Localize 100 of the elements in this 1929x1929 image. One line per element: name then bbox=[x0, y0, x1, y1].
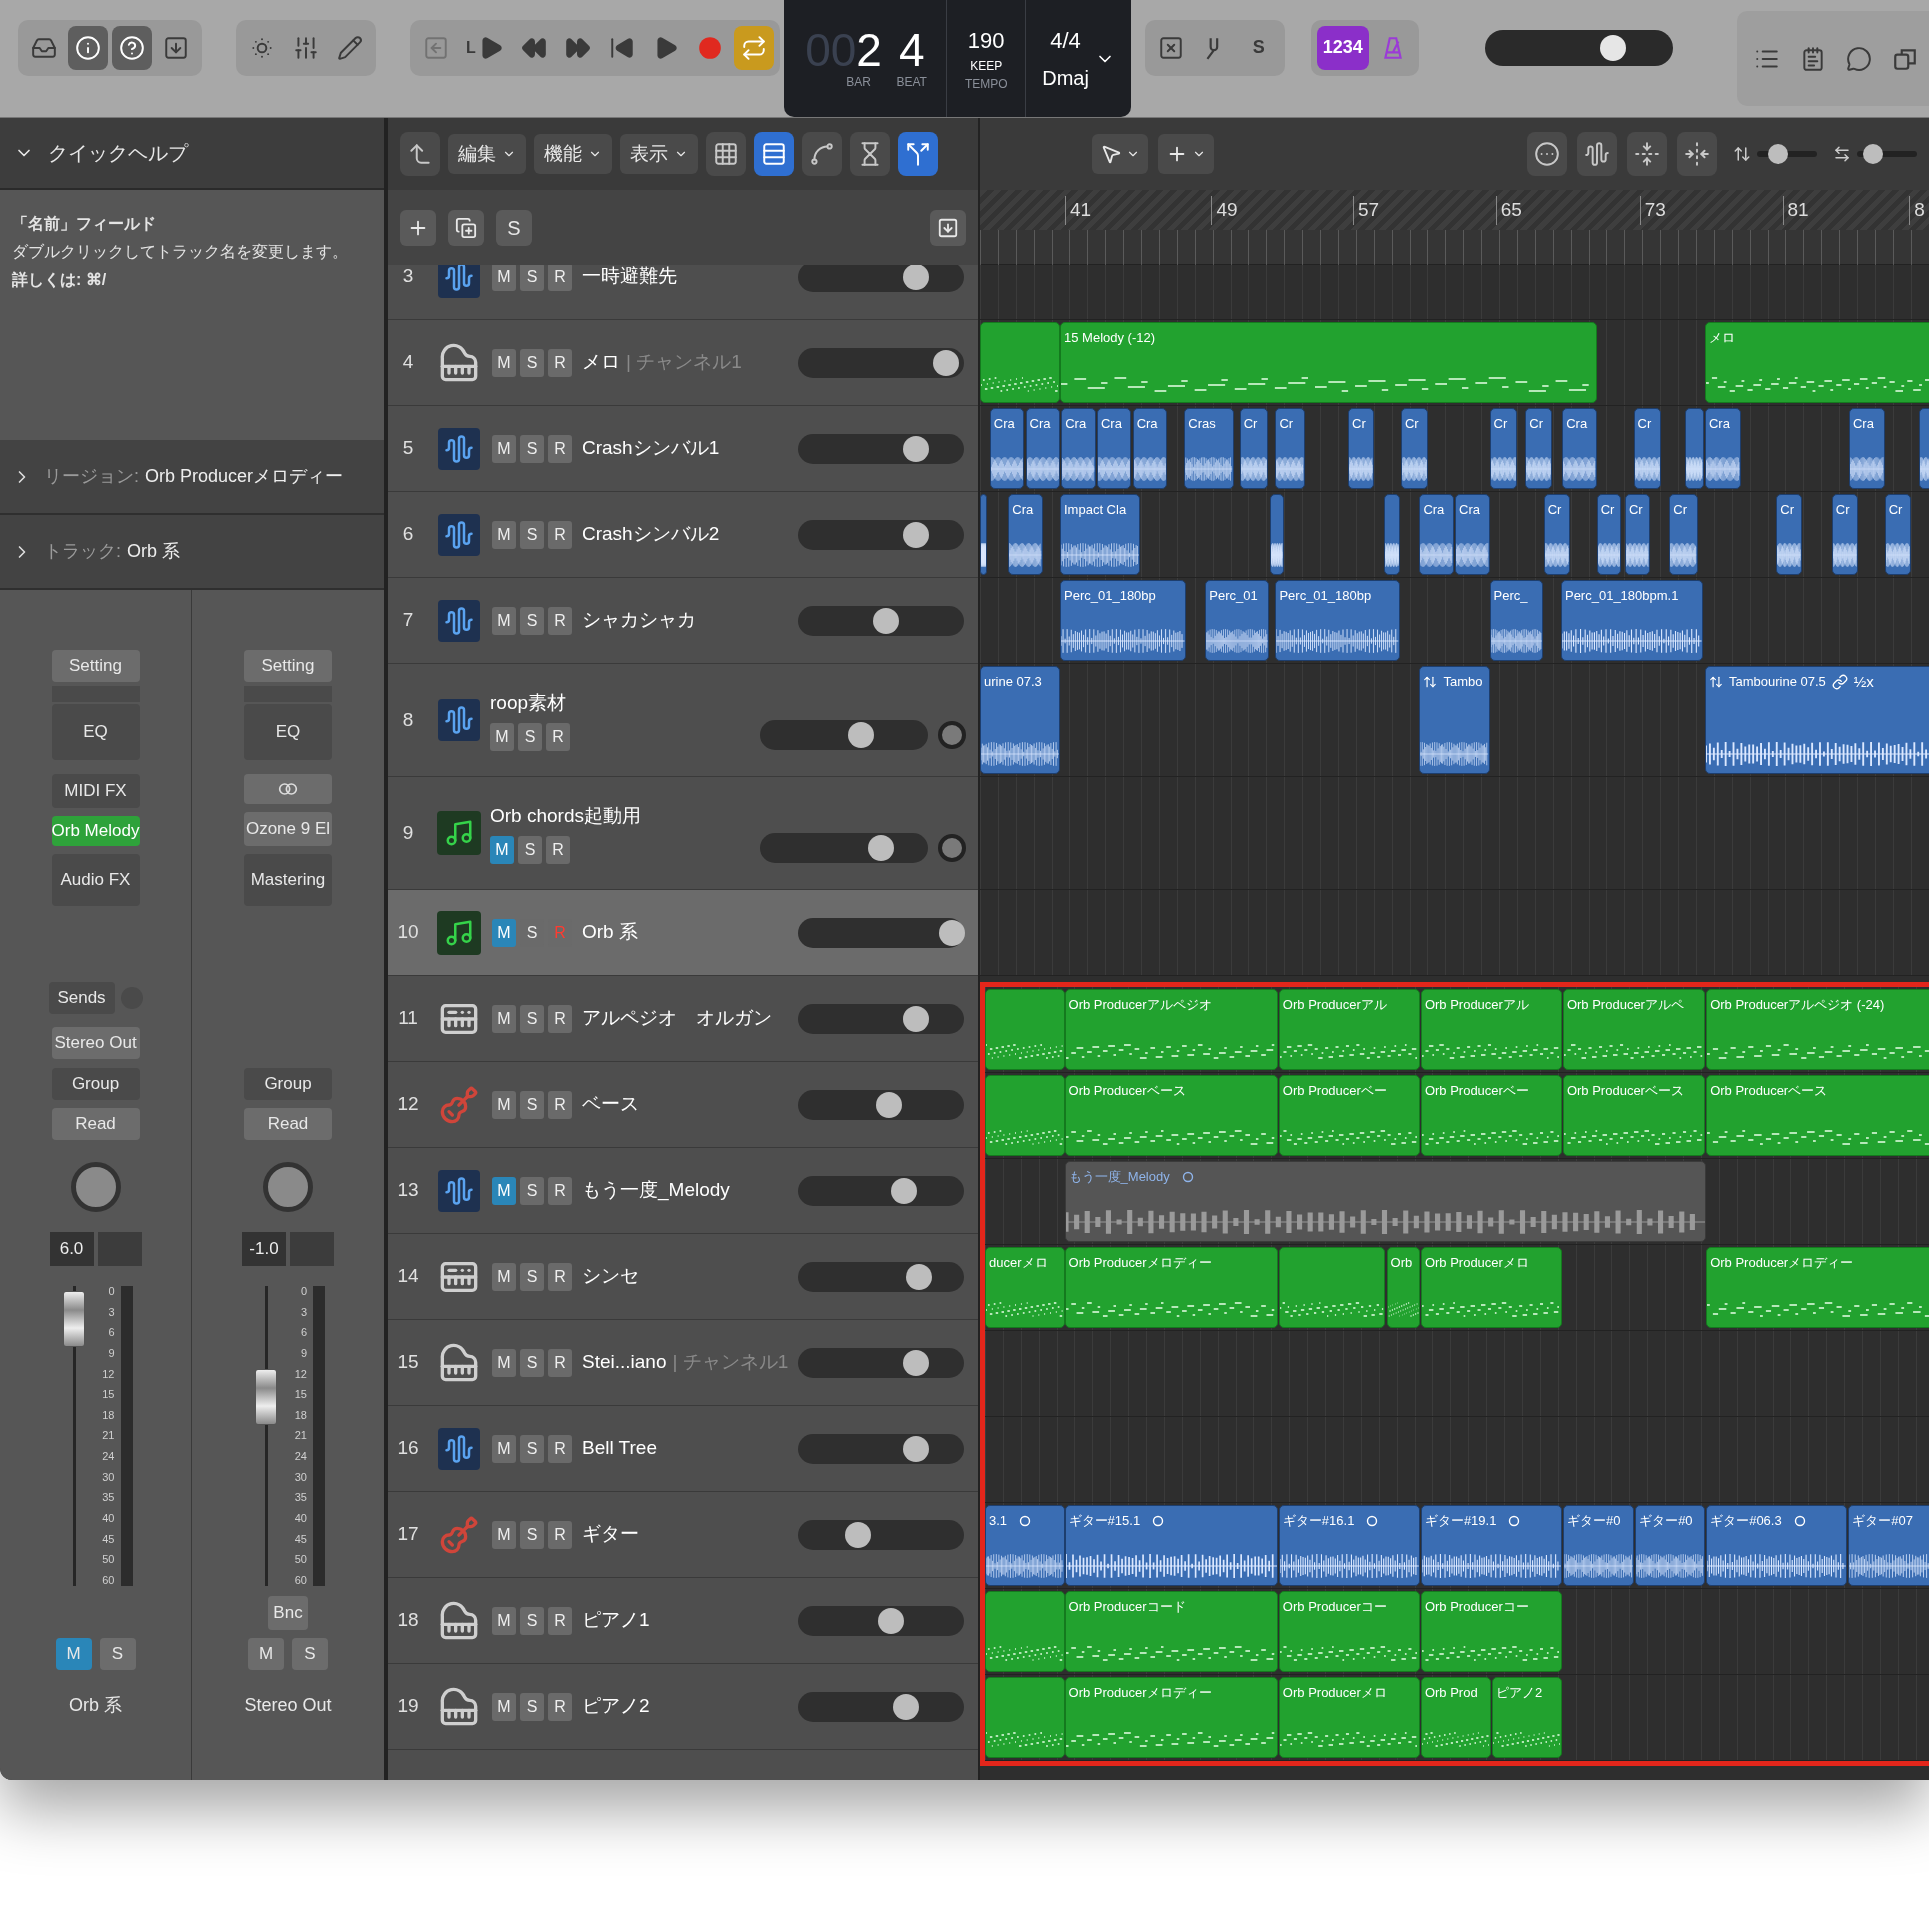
audio-region[interactable]: Cr bbox=[1348, 408, 1374, 489]
bounce-button[interactable]: Bnc bbox=[268, 1596, 308, 1630]
audio-region[interactable]: Cr bbox=[1669, 494, 1698, 575]
record-button[interactable]: R bbox=[548, 1520, 572, 1549]
menu-button[interactable]: 表示 bbox=[620, 134, 698, 174]
mute-button[interactable]: M bbox=[248, 1638, 284, 1670]
audio-region[interactable]: ギター#0 bbox=[1635, 1505, 1705, 1586]
audio-region[interactable]: Cra bbox=[1132, 408, 1168, 489]
mute-button[interactable]: M bbox=[492, 1004, 516, 1033]
mute-button[interactable]: M bbox=[490, 836, 514, 865]
slot-label[interactable]: Audio FX bbox=[51, 854, 140, 906]
audio-region[interactable]: Cr bbox=[1239, 408, 1268, 489]
solo-button[interactable]: S bbox=[520, 1692, 544, 1721]
solo-button[interactable]: S bbox=[520, 1606, 544, 1635]
midi-region[interactable]: Orb Producerアル bbox=[1420, 989, 1562, 1070]
record-button[interactable]: R bbox=[548, 1606, 572, 1635]
sends-slot[interactable]: Sends bbox=[48, 982, 115, 1014]
audio-region[interactable]: urine 07.3 bbox=[980, 666, 1060, 774]
setting-button[interactable]: Setting bbox=[51, 650, 140, 682]
mute-button[interactable]: M bbox=[492, 1520, 516, 1549]
track-name[interactable]: シンセ bbox=[582, 1262, 639, 1291]
play-button[interactable]: L bbox=[460, 25, 510, 70]
mute-button[interactable]: M bbox=[492, 1090, 516, 1119]
mute-button[interactable]: M bbox=[492, 1348, 516, 1377]
record-button[interactable]: R bbox=[548, 1348, 572, 1377]
setting-button[interactable]: Setting bbox=[244, 650, 332, 682]
audio-region[interactable]: Perc_01_180bpm.1 bbox=[1560, 580, 1703, 661]
mute-button[interactable]: M bbox=[492, 348, 516, 377]
mute-button[interactable]: M bbox=[492, 1606, 516, 1635]
midi-region[interactable]: Orb Producerコード bbox=[1064, 1591, 1278, 1672]
audio-region[interactable]: Cr bbox=[1400, 408, 1429, 489]
audio-region[interactable]: Cra bbox=[1562, 408, 1597, 489]
mute-button[interactable]: M bbox=[492, 606, 516, 635]
midi-region[interactable]: ピアノ2 bbox=[1491, 1677, 1562, 1758]
mute-button[interactable]: M bbox=[492, 1692, 516, 1721]
automation-mode-button[interactable]: Read bbox=[244, 1108, 332, 1140]
audio-region[interactable]: Tambo bbox=[1419, 666, 1490, 774]
track-name[interactable]: Stei...iano bbox=[582, 1348, 667, 1377]
audio-region[interactable]: Perc_ bbox=[1489, 580, 1543, 661]
midi-region[interactable]: Orb Producerコー bbox=[1420, 1591, 1562, 1672]
mute-button[interactable]: M bbox=[492, 1262, 516, 1291]
audio-region[interactable]: ギター#15.1 bbox=[1064, 1505, 1278, 1586]
midi-region[interactable]: Orb Prod bbox=[1420, 1677, 1491, 1758]
track-name[interactable]: 一時避難先 bbox=[582, 265, 677, 291]
midi-region[interactable]: Orb Producerベー bbox=[1420, 1075, 1562, 1156]
midi-region[interactable]: Orb Producerメロディー bbox=[1064, 1677, 1278, 1758]
automation-mode-button[interactable]: Read bbox=[51, 1108, 140, 1140]
count-in-button[interactable]: 1234 bbox=[1316, 25, 1369, 70]
solo-button[interactable]: S bbox=[292, 1638, 328, 1670]
track-name[interactable]: Crashシンバル2 bbox=[582, 520, 720, 549]
midi-region[interactable]: メロ bbox=[1704, 322, 1929, 403]
midi-region[interactable]: Orb bbox=[1386, 1247, 1420, 1328]
solo-button[interactable]: S bbox=[520, 520, 544, 549]
mute-button[interactable]: M bbox=[492, 1176, 516, 1205]
audio-region[interactable]: Cra bbox=[1704, 408, 1741, 489]
audio-region[interactable]: Cra bbox=[1025, 408, 1060, 489]
mute-button[interactable]: M bbox=[492, 520, 516, 549]
mute-button[interactable]: M bbox=[492, 918, 516, 947]
quick-help-header[interactable]: クイックヘルプ bbox=[0, 118, 384, 190]
track-name[interactable]: Orb 系 bbox=[582, 918, 638, 947]
track-name[interactable]: ピアノ2 bbox=[582, 1692, 650, 1721]
audio-region[interactable]: Cra bbox=[1096, 408, 1132, 489]
eq-slot[interactable]: EQ bbox=[244, 704, 332, 760]
record-button[interactable]: R bbox=[548, 348, 572, 377]
solo-button[interactable]: S bbox=[518, 836, 542, 865]
audio-region[interactable]: 3.1 bbox=[985, 1505, 1065, 1586]
audio-region[interactable]: Cras bbox=[1184, 408, 1234, 489]
audio-region[interactable]: ギター#16.1 bbox=[1278, 1505, 1420, 1586]
group-slot[interactable]: Group bbox=[51, 1068, 140, 1100]
audio-region[interactable]: ギター#06.3 bbox=[1706, 1505, 1847, 1586]
record-button[interactable]: R bbox=[548, 1692, 572, 1721]
solo-button[interactable]: S bbox=[520, 1090, 544, 1119]
audio-region[interactable]: Cr bbox=[1624, 494, 1650, 575]
track-header[interactable]: 3 M S R 一時避難先 bbox=[388, 265, 978, 320]
midi-region[interactable]: Orb Producerベース bbox=[1064, 1075, 1278, 1156]
record-button[interactable]: R bbox=[546, 723, 570, 752]
track-name[interactable]: メロ bbox=[582, 348, 620, 377]
audio-region[interactable]: Cr bbox=[1596, 494, 1622, 575]
slot-label[interactable]: Mastering bbox=[244, 854, 332, 906]
record-button[interactable]: R bbox=[548, 1004, 572, 1033]
instrument-slot[interactable]: Orb Melody bbox=[51, 816, 140, 846]
mute-button[interactable]: M bbox=[492, 434, 516, 463]
track-name[interactable]: ピアノ1 bbox=[582, 1606, 650, 1635]
audio-region[interactable]: ギター#19.1 bbox=[1420, 1505, 1562, 1586]
solo-button[interactable]: S bbox=[99, 1638, 136, 1670]
record-button[interactable]: R bbox=[546, 836, 570, 865]
audio-region[interactable]: ギター#07 bbox=[1848, 1505, 1929, 1586]
solo-button[interactable]: S bbox=[520, 434, 544, 463]
solo-button[interactable]: S bbox=[518, 723, 542, 752]
audio-region[interactable]: Perc_01_180bp bbox=[1275, 580, 1400, 661]
audio-region[interactable]: ギター#0 bbox=[1562, 1505, 1634, 1586]
record-button[interactable]: R bbox=[548, 1176, 572, 1205]
audio-region[interactable]: Cra bbox=[1008, 494, 1043, 575]
mute-button[interactable]: M bbox=[490, 723, 514, 752]
track-name[interactable]: Crashシンバル1 bbox=[582, 434, 720, 463]
track-name[interactable]: シャカシャカ bbox=[582, 606, 696, 635]
midi-region[interactable]: ducerメロ bbox=[985, 1247, 1065, 1328]
record-button[interactable]: R bbox=[548, 1434, 572, 1463]
audio-region[interactable]: Cr bbox=[1525, 408, 1553, 489]
midi-region[interactable]: Orb Producerアルペ bbox=[1562, 989, 1705, 1070]
